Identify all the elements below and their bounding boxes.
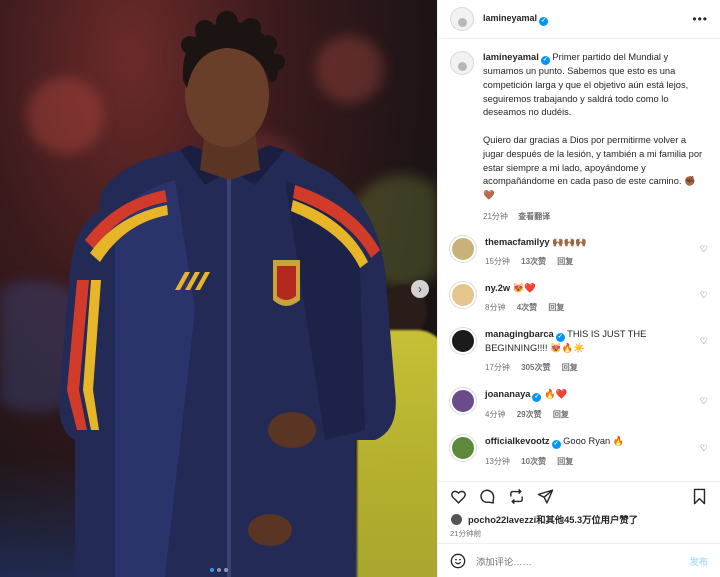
commenter-avatar[interactable]	[450, 434, 476, 461]
commenter-username[interactable]: ny.2w	[485, 283, 510, 293]
comment-text: Gooo Ryan 🔥	[563, 435, 625, 446]
likes-summary[interactable]: pocho22lavezzi和其他45.3万位用户赞了	[438, 511, 720, 527]
like-heart-icon[interactable]	[450, 488, 467, 505]
comment-text: 🙌🏾🙌🏾🙌🏾	[552, 236, 587, 247]
comments-area[interactable]: lamineyamal ✓ Primer partido del Mundial …	[438, 39, 720, 481]
comment-time: 15分钟	[485, 256, 510, 266]
caption-emoji: 🤎	[483, 190, 495, 201]
post-header: lamineyamal ✓ •••	[438, 0, 720, 39]
commenter-username[interactable]: joananaya	[485, 389, 530, 399]
commenter-avatar[interactable]	[450, 327, 476, 354]
reply-button[interactable]: 回复	[548, 303, 564, 312]
comment-like-heart-icon[interactable]: ♡	[700, 443, 708, 454]
comment-like-heart-icon[interactable]: ♡	[700, 396, 708, 407]
commenter-username[interactable]: themacfamilyy	[485, 237, 550, 247]
commenter-avatar[interactable]	[450, 235, 476, 262]
post-sidebar: lamineyamal ✓ ••• lamineyamal ✓ Primer par…	[437, 0, 720, 577]
author-username[interactable]: lamineyamal ✓	[483, 13, 549, 26]
commenter-username[interactable]: officialkevootz	[485, 436, 550, 446]
comment-time: 8分钟	[485, 302, 506, 312]
verified-badge-icon: ✓	[551, 439, 561, 449]
comment-like-heart-icon[interactable]: ♡	[700, 290, 708, 301]
commenter-username[interactable]: managingbarca	[485, 329, 554, 339]
likes-count-text: 和其他45.3万位用户赞了	[536, 515, 638, 525]
comment-icon[interactable]	[479, 488, 496, 505]
liker-avatar	[450, 512, 463, 526]
carousel-dot	[223, 568, 228, 572]
carousel-dot	[209, 568, 214, 572]
save-bookmark-icon[interactable]	[691, 488, 708, 505]
reply-button[interactable]: 回复	[562, 363, 578, 372]
comment-likes[interactable]: 4次赞	[517, 303, 537, 312]
post-comment-button[interactable]: 发布	[689, 554, 708, 568]
post-photo: ›	[0, 0, 437, 577]
comment-likes[interactable]: 305次赞	[521, 363, 550, 372]
reply-button[interactable]: 回复	[557, 257, 573, 266]
comment-list: themacfamilyy 🙌🏾🙌🏾🙌🏾 15分钟 13次赞 回复 ♡ ny.2…	[450, 235, 708, 468]
comment-like-heart-icon[interactable]: ♡	[700, 336, 708, 347]
comment-likes[interactable]: 29次赞	[517, 410, 542, 419]
comment-likes[interactable]: 10次赞	[521, 457, 546, 466]
caption-avatar[interactable]	[450, 51, 474, 75]
caption-username[interactable]: lamineyamal	[483, 52, 539, 62]
reply-button[interactable]: 回复	[557, 457, 573, 466]
comment-item: officialkevootz ✓ Gooo Ryan 🔥 13分钟 10次赞 回…	[450, 434, 708, 468]
liker-username[interactable]: pocho22lavezzi	[468, 515, 536, 525]
reply-button[interactable]: 回复	[553, 410, 569, 419]
comment-time: 17分钟	[485, 362, 510, 372]
player-figure	[59, 11, 396, 577]
commenter-avatar[interactable]	[450, 387, 476, 414]
next-photo-button[interactable]: ›	[411, 280, 429, 298]
carousel-indicator	[0, 568, 437, 572]
comment-text: 🔥❤️	[544, 388, 568, 399]
post-caption: lamineyamal ✓ Primer partido del Mundial …	[450, 51, 708, 222]
comment-text: 😻❤️	[512, 282, 536, 293]
verified-badge-icon: ✓	[555, 332, 565, 342]
share-icon[interactable]	[537, 488, 554, 505]
add-comment-bar: 添加评论…… 发布	[438, 543, 720, 577]
comment-item: ny.2w 😻❤️ 8分钟 4次赞 回复 ♡	[450, 281, 708, 314]
author-avatar[interactable]	[450, 7, 474, 31]
caption-time: 21分钟	[483, 211, 508, 221]
comment-item: joananaya ✓ 🔥❤️ 4分钟 29次赞 回复 ♡	[450, 387, 708, 421]
comment-likes[interactable]: 13次赞	[521, 257, 546, 266]
comment-time: 4分钟	[485, 409, 506, 419]
action-bar	[438, 481, 720, 511]
carousel-dot	[216, 568, 221, 572]
see-translation-link[interactable]: 查看翻译	[518, 212, 550, 221]
commenter-avatar[interactable]	[450, 281, 476, 308]
post-timestamp: 21分钟前	[450, 529, 482, 538]
comment-item: managingbarca ✓ THIS IS JUST THE BEGINNIN…	[450, 327, 708, 374]
verified-badge-icon: ✓	[539, 16, 549, 26]
caption-text-2: Quiero dar gracias a Dios por permitirme…	[483, 134, 703, 187]
verified-badge-icon: ✓	[540, 56, 550, 65]
more-options-icon[interactable]: •••	[692, 12, 708, 26]
comment-item: themacfamilyy 🙌🏾🙌🏾🙌🏾 15分钟 13次赞 回复 ♡	[450, 235, 708, 268]
repost-icon[interactable]	[508, 488, 525, 505]
verified-badge-icon: ✓	[532, 392, 542, 402]
comment-time: 13分钟	[485, 456, 510, 466]
comment-input[interactable]: 添加评论……	[476, 554, 679, 568]
instagram-post-dialog: › lamineyamal ✓ ••• lamineyamal ✓ Primer p…	[0, 0, 720, 577]
comment-like-heart-icon[interactable]: ♡	[700, 244, 708, 255]
emoji-picker-icon[interactable]	[450, 553, 466, 569]
